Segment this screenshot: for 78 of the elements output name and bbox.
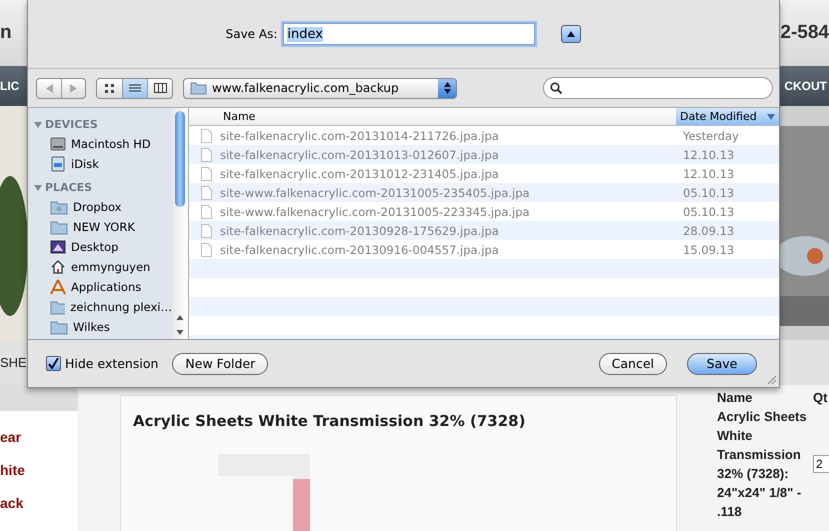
file-date: 05.10.13: [683, 204, 736, 218]
document-icon: [201, 186, 212, 200]
nav-link[interactable]: CKOUT: [784, 79, 827, 93]
filename-field[interactable]: index: [283, 23, 536, 45]
view-button[interactable]: [122, 78, 147, 98]
hard-drive-icon: [50, 136, 66, 152]
sidebar-item[interactable]: Desktop: [71, 240, 118, 254]
category-link[interactable]: hite: [0, 462, 78, 478]
sidebar-item[interactable]: Dropbox: [73, 200, 122, 214]
category-tab[interactable]: SHE: [0, 355, 27, 370]
sort-arrow-icon: [767, 114, 775, 120]
document-icon: [201, 148, 212, 162]
search-field[interactable]: [543, 77, 773, 99]
folder-icon: [50, 219, 68, 235]
hide-extension-checkbox[interactable]: Hide extension: [46, 356, 158, 371]
sidebar-item[interactable]: zeichnung plexi…: [70, 300, 172, 314]
file-date: 12.10.13: [683, 166, 736, 180]
file-name[interactable]: site-falkenacrylic.com-20130928-175629.jpa.jpa: [220, 224, 499, 238]
back-icon: [46, 84, 52, 92]
folder-icon: [50, 319, 68, 335]
company-name: n: [0, 22, 12, 44]
down-triangle-icon: [34, 120, 42, 128]
file-date: Yesterday: [683, 128, 740, 142]
file-date: 05.10.13: [683, 186, 736, 200]
column-header[interactable]: Date Modified: [676, 108, 779, 125]
location-popup[interactable]: www.falkenacrylic.com_backup: [183, 78, 457, 98]
cancel-button[interactable]: Cancel: [598, 352, 667, 374]
category-link[interactable]: ear: [0, 429, 78, 445]
file-name[interactable]: site-falkenacrylic.com-20130916-004557.jpa.jpa: [220, 242, 499, 256]
file-name[interactable]: site-falkenacrylic.com-20131014-211726.jpa.jpa: [220, 128, 499, 142]
file-date: 28.09.13: [683, 224, 736, 238]
file-name[interactable]: site-falkenacrylic.com-20131012-231405.jpa.jpa: [220, 166, 499, 180]
cart-item-name: Acrylic Sheets White Transmission 32% (7328): 24"x24" 1/8" - .118: [717, 408, 808, 521]
document-icon: [201, 224, 212, 238]
column-view-icon: [154, 83, 166, 93]
product-title: Acrylic Sheets White Transmission 32% (7328): [133, 412, 526, 430]
new-folder-button[interactable]: New Folder: [172, 352, 268, 374]
file-date: 15.09.13: [683, 242, 736, 256]
house-icon: [50, 259, 66, 275]
category-link[interactable]: ack: [0, 495, 78, 511]
folder-icon: [50, 299, 66, 315]
applications-icon: [50, 279, 66, 295]
phone-number: 2-584: [780, 22, 829, 44]
up-down-arrows-icon: [444, 82, 450, 94]
folder-icon: [190, 81, 207, 95]
grid-view-icon: [104, 84, 115, 92]
file-name[interactable]: site-www.falkenacrylic.com-20131005-235405.jpa.jpa: [220, 186, 530, 200]
file-date: 12.10.13: [683, 148, 736, 162]
sidebar-item[interactable]: Wilkes: [73, 320, 110, 334]
column-header[interactable]: Name: [189, 108, 676, 125]
quantity-field[interactable]: 2: [813, 455, 829, 473]
column-header: Qt: [813, 389, 828, 407]
expand-button[interactable]: [561, 25, 582, 43]
up-triangle-icon: [567, 31, 576, 37]
document-icon: [201, 242, 212, 256]
document-icon: [201, 166, 212, 180]
sidebar-item[interactable]: emmynguyen: [71, 260, 150, 274]
folder-icon: [50, 199, 68, 215]
save-as-label: Save As:: [226, 27, 278, 41]
forward-icon: [70, 84, 77, 92]
desktop-icon: [50, 239, 66, 255]
file-name[interactable]: site-www.falkenacrylic.com-20131005-223345.jpa.jpa: [220, 204, 530, 218]
sidebar-item[interactable]: NEW YORK: [73, 220, 135, 234]
sidebar-item[interactable]: Applications: [71, 280, 142, 294]
down-triangle-icon: [34, 184, 42, 192]
resize-grip-icon[interactable]: [767, 375, 777, 385]
scrollbar-thumb[interactable]: [175, 111, 185, 207]
sidebar-item[interactable]: Macintosh HD: [71, 137, 151, 151]
document-icon: [201, 204, 212, 218]
checkmark-icon: [48, 358, 59, 369]
nav-link[interactable]: LIC: [0, 79, 20, 93]
list-view-icon: [129, 84, 141, 92]
save-button[interactable]: Save: [687, 352, 757, 374]
file-name[interactable]: site-falkenacrylic.com-20131013-012607.jpa.jpa: [220, 148, 499, 162]
search-icon: [550, 82, 562, 94]
sidebar-item[interactable]: iDisk: [71, 157, 99, 171]
column-header: Name: [717, 389, 754, 407]
document-icon: [201, 128, 212, 142]
